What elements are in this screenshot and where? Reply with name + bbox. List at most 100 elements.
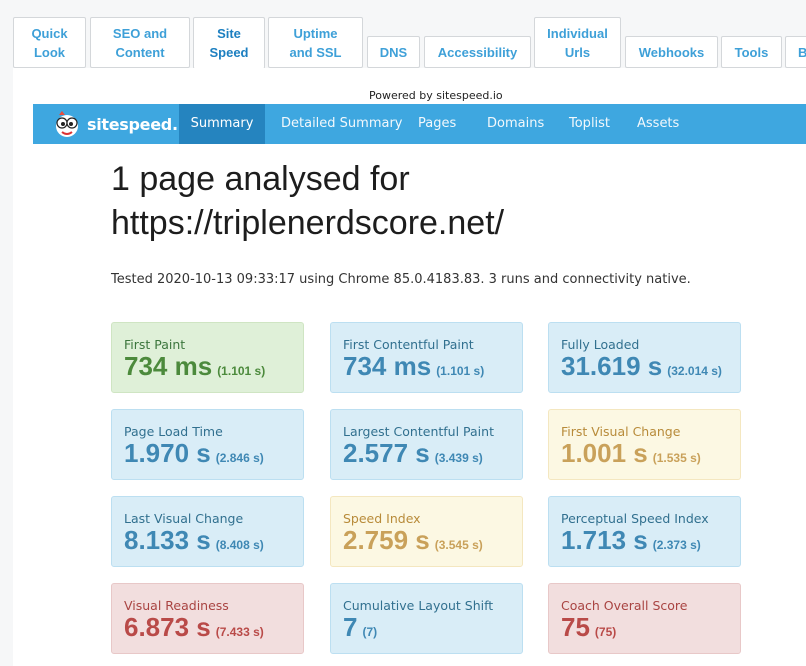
- tab-quick-look[interactable]: Quick Look: [13, 17, 86, 68]
- metric-value: 1.970 s (2.846 s): [124, 438, 264, 469]
- metric-value: 7 (7): [343, 612, 377, 643]
- metric-median: 2.759 s: [343, 525, 430, 555]
- metric-p90: (75): [594, 625, 617, 639]
- metric-value: 734 ms (1.101 s): [124, 351, 265, 382]
- tab-label: Individual Urls: [547, 25, 608, 60]
- metric-p90: (8.408 s): [215, 538, 264, 552]
- metric-p90: (3.439 s): [434, 451, 483, 465]
- metric-card[interactable]: First Visual Change 1.001 s (1.535 s): [548, 409, 741, 480]
- metric-median: 1.713 s: [561, 525, 648, 555]
- metric-label: First Contentful Paint: [343, 337, 474, 352]
- nav-label: Assets: [637, 116, 680, 131]
- metric-median: 2.577 s: [343, 438, 430, 468]
- nav-label: Pages: [418, 116, 457, 131]
- test-info: Tested 2020-10-13 09:33:17 using Chrome …: [111, 272, 691, 287]
- metric-card[interactable]: Speed Index 2.759 s (3.545 s): [330, 496, 523, 567]
- metric-card[interactable]: Fully Loaded 31.619 s (32.014 s): [548, 322, 741, 393]
- tab-seo-and-content[interactable]: SEO and Content: [90, 17, 190, 68]
- metric-value: 75 (75): [561, 612, 616, 643]
- metric-p90: (7.433 s): [215, 625, 264, 639]
- tab-label: Webhooks: [638, 44, 705, 60]
- metric-card[interactable]: Last Visual Change 8.133 s (8.408 s): [111, 496, 304, 567]
- metric-p90: (32.014 s): [667, 364, 722, 378]
- tab-tools[interactable]: Tools: [721, 36, 782, 68]
- metric-label: First Paint: [124, 337, 186, 352]
- metric-card[interactable]: Perceptual Speed Index 1.713 s (2.373 s): [548, 496, 741, 567]
- metric-p90: (1.101 s): [436, 364, 485, 378]
- metric-median: 75: [561, 612, 590, 642]
- metric-card[interactable]: Visual Readiness 6.873 s (7.433 s): [111, 583, 304, 654]
- nav-toplist[interactable]: Toplist: [569, 104, 610, 144]
- nav-domains[interactable]: Domains: [487, 104, 544, 144]
- metric-label: First Visual Change: [561, 424, 681, 439]
- tab-label: DNS: [379, 44, 408, 60]
- metric-label: Visual Readiness: [124, 598, 229, 613]
- metric-label: Fully Loaded: [561, 337, 640, 352]
- metric-card[interactable]: First Paint 734 ms (1.101 s): [111, 322, 304, 393]
- metric-p90: (7): [362, 625, 378, 639]
- metric-card[interactable]: Page Load Time 1.970 s (2.846 s): [111, 409, 304, 480]
- metric-label: Page Load Time: [124, 424, 223, 439]
- tab-label: Quick Look: [31, 25, 68, 60]
- nav-label: Detailed Summary: [281, 116, 403, 131]
- metric-value: 734 ms (1.101 s): [343, 351, 484, 382]
- metric-card[interactable]: Largest Contentful Paint 2.577 s (3.439 s): [330, 409, 523, 480]
- report-tabs: Quick Look SEO and Content Site Speed Up…: [0, 0, 806, 70]
- metric-median: 734 ms: [343, 351, 432, 381]
- metric-card[interactable]: First Contentful Paint 734 ms (1.101 s): [330, 322, 523, 393]
- metric-value: 8.133 s (8.408 s): [124, 525, 264, 556]
- metric-p90: (2.373 s): [652, 538, 701, 552]
- tab-uptime-and-ssl[interactable]: Uptime and SSL: [268, 17, 363, 68]
- tab-label: B: [798, 44, 806, 60]
- tab-dns[interactable]: DNS: [367, 36, 420, 68]
- tab-label: SEO and Content: [112, 25, 168, 60]
- tab-label: Tools: [734, 44, 769, 60]
- nav-detailed-summary[interactable]: Detailed Summary: [281, 104, 403, 144]
- metric-value: 2.759 s (3.545 s): [343, 525, 483, 556]
- tab-individual-urls[interactable]: Individual Urls: [534, 17, 621, 68]
- metric-p90: (1.535 s): [652, 451, 701, 465]
- metric-label: Coach Overall Score: [561, 598, 688, 613]
- metric-card[interactable]: Coach Overall Score 75 (75): [548, 583, 741, 654]
- metric-p90: (3.545 s): [434, 538, 483, 552]
- nav-label: Summary: [190, 116, 254, 131]
- sitespeed-mascot-icon: [56, 111, 78, 137]
- metric-p90: (2.846 s): [215, 451, 264, 465]
- metric-value: 6.873 s (7.433 s): [124, 612, 264, 643]
- metric-median: 7: [343, 612, 358, 642]
- metric-card[interactable]: Cumulative Layout Shift 7 (7): [330, 583, 523, 654]
- nav-label: Domains: [487, 116, 545, 131]
- metric-median: 8.133 s: [124, 525, 211, 555]
- tab-label: Site Speed: [209, 26, 249, 60]
- metric-median: 1.001 s: [561, 438, 648, 468]
- metric-value: 1.001 s (1.535 s): [561, 438, 701, 469]
- metric-label: Speed Index: [343, 511, 421, 526]
- nav-label: Toplist: [569, 116, 611, 131]
- metric-value: 1.713 s (2.373 s): [561, 525, 701, 556]
- powered-by-text: Powered by sitespeed.io: [369, 89, 503, 102]
- tab-label: Uptime and SSL: [289, 25, 342, 60]
- metric-value: 2.577 s (3.439 s): [343, 438, 483, 469]
- brand-logo[interactable]: sitespeed.io: [53, 109, 194, 139]
- tab-accessibility[interactable]: Accessibility: [424, 36, 531, 68]
- metric-median: 1.970 s: [124, 438, 211, 468]
- brand-name: sitespeed.io: [87, 114, 194, 134]
- tab-site-speed[interactable]: Site Speed: [193, 17, 265, 69]
- nav-assets[interactable]: Assets: [637, 104, 679, 144]
- nav-summary[interactable]: Summary: [179, 104, 265, 144]
- metric-p90: (1.101 s): [217, 364, 266, 378]
- page-title: 1 page analysed for https://triplenerdsc…: [111, 160, 505, 242]
- metric-label: Cumulative Layout Shift: [343, 598, 494, 613]
- metric-median: 31.619 s: [561, 351, 663, 381]
- metric-label: Largest Contentful Paint: [343, 424, 494, 439]
- metric-label: Last Visual Change: [124, 511, 244, 526]
- tab-label: Accessibility: [437, 44, 518, 60]
- tab-b[interactable]: B: [785, 36, 806, 68]
- metric-value: 31.619 s (32.014 s): [561, 351, 722, 382]
- metric-median: 6.873 s: [124, 612, 211, 642]
- metric-median: 734 ms: [124, 351, 213, 381]
- tab-webhooks[interactable]: Webhooks: [625, 36, 718, 68]
- nav-pages[interactable]: Pages: [418, 104, 456, 144]
- report-navbar: sitespeed.io Summary Detailed Summary Pa…: [33, 104, 806, 144]
- metric-label: Perceptual Speed Index: [561, 511, 709, 526]
